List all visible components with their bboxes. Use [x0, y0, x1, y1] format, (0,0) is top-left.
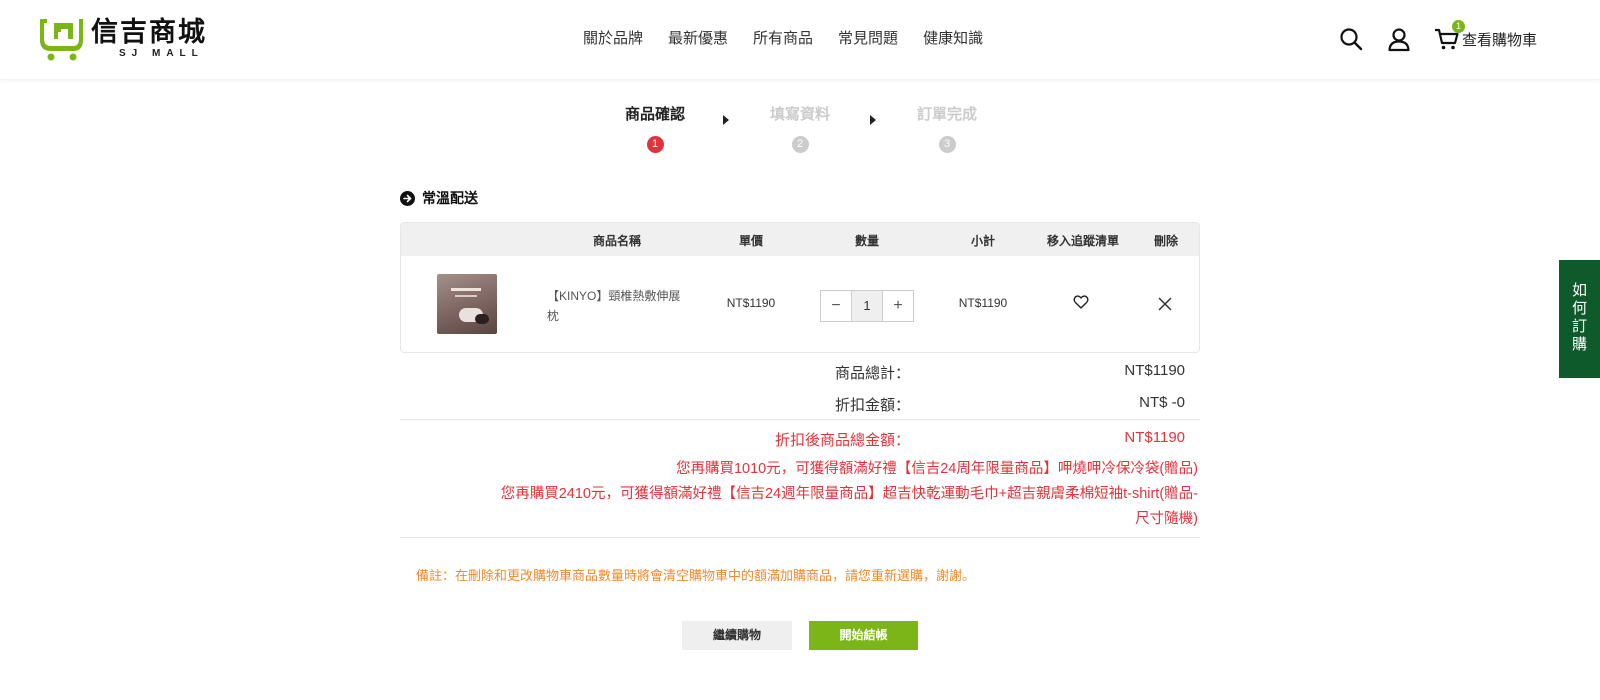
table-row: 【KINYO】頸椎熱敷伸展枕 NT$1190 − 1 + NT$1190: [401, 256, 1199, 352]
step-order-complete: 訂單完成 3: [897, 104, 997, 153]
view-cart-link[interactable]: 1 查看購物車: [1434, 20, 1538, 52]
header-product-name: 商品名稱: [592, 234, 642, 248]
how-to-order-tab[interactable]: 如何訂購: [1559, 260, 1600, 378]
table-header: 商品名稱 單價 數量 小計 移入追蹤清單 刪除: [401, 223, 1199, 256]
logo-cart-icon: [40, 19, 83, 61]
step-number: 3: [938, 136, 956, 153]
discount-row: 折扣金額： NT$ -0: [400, 390, 1200, 422]
increase-quantity-button[interactable]: +: [883, 291, 913, 321]
step-arrow-icon: [870, 115, 876, 125]
section-label: 常溫配送: [422, 190, 478, 206]
goods-total-value: NT$1190: [1124, 362, 1185, 379]
header-wishlist: 移入追蹤清單: [1046, 234, 1120, 248]
logo-chinese-name: 信吉商城: [91, 17, 207, 47]
header-unit-price: 單價: [738, 234, 764, 248]
quantity-input[interactable]: 1: [851, 291, 883, 321]
main-nav: 關於品牌 最新優惠 所有商品 常見問題 健康知識: [583, 28, 1008, 50]
product-name-link[interactable]: 【KINYO】頸椎熱敷伸展枕: [547, 286, 683, 326]
nav-about-brand[interactable]: 關於品牌: [583, 28, 643, 50]
goods-total-row: 商品總計： NT$1190: [400, 358, 1200, 390]
final-total-label: 折扣後商品總金額：: [774, 432, 910, 449]
header-subtotal: 小計: [970, 234, 996, 248]
user-icon[interactable]: [1386, 26, 1412, 52]
step-fill-info: 填寫資料 2: [750, 104, 850, 153]
nav-health-knowledge[interactable]: 健康知識: [923, 28, 983, 50]
final-total-value: NT$1190: [1124, 429, 1185, 446]
final-total-row: 折扣後商品總金額： NT$1190: [400, 425, 1200, 457]
discount-label: 折扣金額：: [834, 397, 910, 414]
how-to-order-label: 如何訂購: [1572, 282, 1588, 353]
order-totals: 商品總計： NT$1190 折扣金額： NT$ -0 折扣後商品總金額： NT$…: [400, 358, 1200, 457]
step-label: 訂單完成: [916, 106, 977, 123]
delivery-section-title: 常溫配送: [400, 188, 478, 208]
nav-faq[interactable]: 常見問題: [838, 28, 898, 50]
nav-all-products[interactable]: 所有商品: [753, 28, 813, 50]
step-confirm: 商品確認 1: [605, 104, 705, 153]
cart-note: 備註：在刪除和更改購物車商品數量時將會清空購物車中的額滿加購商品，請您重新選購，…: [416, 568, 976, 583]
goods-total-label: 商品總計：: [834, 365, 910, 382]
checkout-button[interactable]: 開始結帳: [809, 621, 918, 650]
quantity-stepper: − 1 +: [820, 290, 914, 322]
divider: [400, 537, 1200, 538]
arrow-right-circle-icon: [400, 190, 415, 206]
cart-count-badge: 1: [1452, 20, 1465, 33]
header-actions: 1 查看購物車: [1338, 20, 1538, 52]
site-logo[interactable]: 信吉商城 SJ MALL: [37, 15, 207, 61]
step-number: 2: [791, 136, 809, 153]
gift-promotions: 您再購買1010元，可獲得額滿好禮【信吉24周年限量商品】呷燒呷冷保冷袋(贈品)…: [400, 457, 1198, 532]
nav-latest-offers[interactable]: 最新優惠: [668, 28, 728, 50]
step-label: 填寫資料: [769, 106, 830, 123]
row-subtotal: NT$1190: [958, 296, 1008, 310]
discount-value: NT$ -0: [1139, 394, 1185, 411]
search-icon[interactable]: [1338, 26, 1364, 52]
product-thumbnail[interactable]: [437, 274, 497, 334]
view-cart-label: 查看購物車: [1462, 31, 1538, 49]
header-delete: 刪除: [1153, 234, 1179, 248]
cart-table: 商品名稱 單價 數量 小計 移入追蹤清單 刪除 【KINYO】頸椎熱敷伸展枕 N…: [400, 222, 1200, 353]
close-icon[interactable]: [1158, 297, 1172, 311]
header-quantity: 數量: [854, 234, 880, 248]
site-header: 信吉商城 SJ MALL 關於品牌 最新優惠 所有商品 常見問題 健康知識 1 …: [0, 0, 1600, 79]
step-arrow-icon: [723, 115, 729, 125]
step-label: 商品確認: [624, 106, 685, 123]
logo-english-name: SJ MALL: [119, 48, 204, 59]
promo-message: 您再購買1010元，可獲得額滿好禮【信吉24周年限量商品】呷燒呷冷保冷袋(贈品): [675, 461, 1198, 477]
heart-icon[interactable]: [1073, 294, 1089, 310]
continue-shopping-button[interactable]: 繼續購物: [682, 621, 792, 650]
step-number: 1: [646, 136, 664, 153]
divider: [400, 419, 1200, 420]
decrease-quantity-button[interactable]: −: [821, 291, 851, 321]
promo-message: 您再購買2410元，可獲得額滿好禮【信吉24週年限量商品】超吉快乾運動毛巾+超吉…: [500, 486, 1198, 527]
unit-price: NT$1190: [726, 296, 776, 310]
